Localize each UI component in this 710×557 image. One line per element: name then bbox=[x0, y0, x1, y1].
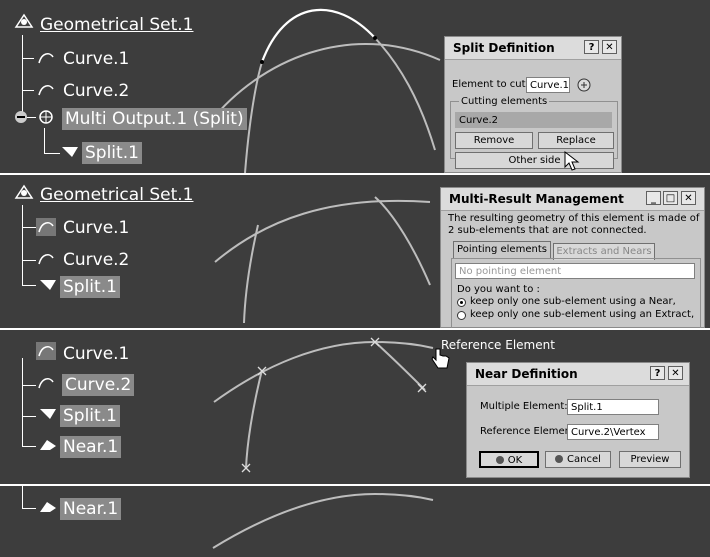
viewport-curves-4 bbox=[212, 492, 434, 549]
option-extract-radio[interactable] bbox=[457, 311, 466, 320]
curve-icon bbox=[38, 254, 54, 265]
remove-button[interactable]: Remove bbox=[455, 132, 533, 149]
collapse-toggle-icon[interactable] bbox=[14, 110, 28, 124]
close-button[interactable]: ✕ bbox=[681, 191, 696, 205]
panel-near-result: Near.1 bbox=[0, 486, 710, 557]
split-icon bbox=[62, 147, 78, 157]
ok-label: OK bbox=[507, 455, 523, 466]
minimize-button[interactable]: _ bbox=[646, 191, 661, 205]
reference-element-tooltip: Reference Element bbox=[441, 338, 555, 352]
replace-button[interactable]: Replace bbox=[538, 132, 614, 149]
tree-item-curve-1[interactable]: Curve.1 bbox=[63, 343, 129, 365]
cancel-button[interactable]: Cancel bbox=[545, 451, 611, 468]
curve-icon bbox=[36, 218, 56, 236]
ok-button[interactable]: OK bbox=[479, 451, 539, 468]
split-icon bbox=[40, 409, 56, 419]
tree-item-curve-2[interactable]: Curve.2 bbox=[63, 80, 129, 102]
split-definition-dialog: Split Definition ? ✕ Element to cut: Cur… bbox=[444, 36, 622, 173]
panel-near-definition: Curve.1 Curve.2 Split.1 Near.1 Reference… bbox=[0, 330, 710, 484]
option-near-label: keep only one sub-element using a Near, bbox=[470, 296, 676, 307]
split-icon bbox=[40, 280, 56, 290]
tree-item-near-1[interactable]: Near.1 bbox=[60, 498, 122, 520]
cutting-elements-group bbox=[450, 101, 618, 159]
selector-icon[interactable] bbox=[575, 76, 593, 94]
tree-root-geometrical-set[interactable]: Geometrical Set.1 bbox=[40, 184, 193, 206]
curve-icon bbox=[36, 342, 56, 360]
tree-item-curve-2[interactable]: Curve.2 bbox=[63, 249, 129, 271]
dialog-title: Split Definition bbox=[453, 41, 555, 55]
preview-button[interactable]: Preview bbox=[619, 451, 681, 468]
question-label: Do you want to : bbox=[457, 284, 540, 295]
curve-highlight bbox=[260, 8, 376, 63]
cancel-label: Cancel bbox=[567, 454, 601, 465]
maximize-button[interactable]: □ bbox=[663, 191, 678, 205]
multiple-element-label: Multiple Element: bbox=[480, 401, 568, 412]
reference-element-label: Reference Element: bbox=[480, 426, 579, 437]
close-button[interactable]: ✕ bbox=[668, 366, 683, 380]
near-icon bbox=[40, 502, 56, 512]
message-line-2: 2 sub-elements that are not connected. bbox=[448, 225, 647, 236]
element-to-cut-field[interactable]: Curve.1 bbox=[526, 77, 570, 93]
element-to-cut-label: Element to cut: bbox=[452, 79, 529, 90]
dialog-titlebar[interactable]: Split Definition ? ✕ bbox=[445, 37, 621, 60]
tree-item-curve-1[interactable]: Curve.1 bbox=[63, 48, 129, 70]
tab-pointing-elements[interactable]: Pointing elements bbox=[453, 241, 551, 258]
reference-element-field[interactable]: Curve.2\Vertex bbox=[567, 424, 659, 440]
tree-item-curve-2[interactable]: Curve.2 bbox=[62, 374, 135, 396]
curve-icon bbox=[38, 85, 54, 96]
tree-item-split-1[interactable]: Split.1 bbox=[82, 142, 142, 164]
tree-item-multi-output[interactable]: Multi Output.1 (Split) bbox=[62, 108, 247, 130]
help-button[interactable]: ? bbox=[650, 366, 665, 380]
option-extract-label: keep only one sub-element using an Extra… bbox=[470, 309, 695, 320]
message-line-1: The resulting geometry of this element i… bbox=[448, 213, 700, 224]
panel-split-definition: Geometrical Set.1 Curve.1 Curve.2 Multi … bbox=[0, 0, 710, 173]
cancel-icon bbox=[555, 455, 564, 463]
multi-result-dialog: Multi-Result Management _ □ ✕ The result… bbox=[440, 187, 705, 328]
cutting-elements-list[interactable]: Curve.2 bbox=[455, 112, 612, 128]
geometrical-set-icon[interactable] bbox=[14, 184, 34, 202]
near-definition-dialog: Near Definition ? ✕ Multiple Element: Sp… bbox=[466, 362, 690, 478]
dialog-title: Near Definition bbox=[475, 367, 578, 381]
ok-icon bbox=[495, 456, 504, 464]
cutting-elements-label: Cutting elements bbox=[459, 96, 550, 107]
curve-icon bbox=[38, 53, 54, 64]
arrow-cursor-icon bbox=[564, 150, 580, 171]
tree-item-curve-1[interactable]: Curve.1 bbox=[63, 217, 129, 239]
option-near-radio[interactable] bbox=[457, 298, 466, 307]
curve-icon bbox=[38, 378, 54, 389]
help-button[interactable]: ? bbox=[584, 40, 599, 54]
multiple-element-field[interactable]: Split.1 bbox=[567, 399, 659, 415]
tree-item-split-1[interactable]: Split.1 bbox=[60, 276, 120, 298]
other-side-button[interactable]: Other side bbox=[455, 152, 614, 169]
near-icon bbox=[40, 440, 56, 450]
geometrical-set-icon[interactable] bbox=[14, 13, 34, 31]
curve-1-arc bbox=[244, 61, 263, 173]
dialog-titlebar[interactable]: Multi-Result Management _ □ ✕ bbox=[441, 188, 704, 211]
tree-root-geometrical-set[interactable]: Geometrical Set.1 bbox=[40, 14, 193, 36]
dialog-title: Multi-Result Management bbox=[449, 192, 624, 206]
panel-multi-result: Geometrical Set.1 Curve.1 Curve.2 Split.… bbox=[0, 175, 710, 328]
multi-output-icon bbox=[39, 110, 53, 124]
tree-item-split-1[interactable]: Split.1 bbox=[60, 405, 120, 427]
tree-item-near-1[interactable]: Near.1 bbox=[60, 436, 122, 458]
dialog-titlebar[interactable]: Near Definition ? ✕ bbox=[467, 363, 689, 386]
close-button[interactable]: ✕ bbox=[602, 40, 617, 54]
pointing-elements-list[interactable]: No pointing element bbox=[455, 263, 695, 279]
